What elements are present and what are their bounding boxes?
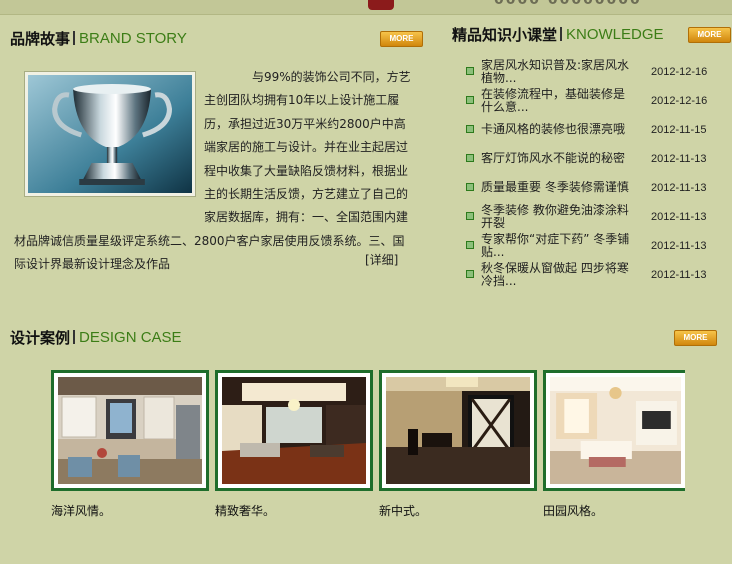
case-thumbnail-ocean[interactable] [51, 370, 209, 491]
brand-story-header: 品牌故事 BRAND STORY [10, 27, 187, 49]
pastoral-room-photo [550, 377, 681, 484]
living-room-photo [222, 377, 366, 484]
article-date: 2012-11-15 [651, 124, 707, 136]
kitchen-photo [58, 377, 202, 484]
bullet-icon [466, 241, 474, 249]
article-date: 2012-11-13 [651, 269, 707, 281]
knowledge-more-button[interactable]: MORE [688, 27, 731, 43]
bullet-icon [466, 270, 474, 278]
list-item[interactable]: 秋冬保暖从窗做起 四步将寒冷挡... 2012-11-13 [462, 261, 732, 290]
article-title[interactable]: 质量最重要 冬季装修需谨慎 [481, 181, 633, 194]
article-title[interactable]: 客厅灯饰风水不能说的秘密 [481, 152, 633, 165]
bullet-icon [466, 154, 474, 162]
knowledge-article-list: 家居风水知识普及:家居风水植物... 2012-12-16 在装修流程中，基础装… [462, 58, 732, 290]
article-title[interactable]: 冬季装修 教你避免油漆涂料开裂 [481, 204, 633, 230]
article-title[interactable]: 卡通风格的装修也很漂亮哦 [481, 123, 633, 136]
case-thumbnail-chinese[interactable] [379, 370, 537, 491]
brand-story-text: 与99%的装饰公司不同，方艺主创团队均拥有10年以上设计施工履历，承担过近30万… [14, 66, 414, 277]
article-date: 2012-12-16 [651, 66, 708, 78]
hotline-number: 0000 00000000 [494, 0, 642, 8]
brand-story-title-cn: 品牌故事 [10, 29, 71, 48]
top-header-strip: 0000 00000000 [0, 0, 732, 15]
article-date: 2012-11-13 [651, 240, 707, 252]
list-item[interactable]: 在装修流程中，基础装修是什么意... 2012-12-16 [462, 87, 732, 116]
design-case-title-en: DESIGN CASE [79, 328, 182, 346]
article-title[interactable]: 专家帮你“对症下药” 冬季铺贴... [481, 233, 633, 259]
brand-story-detail-link[interactable]: [详细] [365, 251, 398, 268]
knowledge-title-en: KNOWLEDGE [566, 25, 664, 43]
case-label-ocean[interactable]: 海洋风情。 [51, 502, 111, 519]
article-date: 2012-12-16 [651, 95, 708, 107]
design-case-more-button[interactable]: MORE [674, 330, 717, 346]
knowledge-header: 精品知识小课堂 KNOWLEDGE [452, 23, 664, 45]
design-case-header: 设计案例 DESIGN CASE [10, 326, 182, 348]
title-divider [73, 31, 76, 45]
case-label-luxury[interactable]: 精致奢华。 [215, 502, 275, 519]
design-case-title-cn: 设计案例 [10, 328, 71, 347]
list-item[interactable]: 卡通风格的装修也很漂亮哦 2012-11-15 [462, 116, 732, 145]
list-item[interactable]: 客厅灯饰风水不能说的秘密 2012-11-13 [462, 145, 732, 174]
bullet-icon [466, 125, 474, 133]
title-divider [73, 330, 76, 344]
bullet-icon [466, 96, 474, 104]
bullet-icon [466, 67, 474, 75]
list-item[interactable]: 质量最重要 冬季装修需谨慎 2012-11-13 [462, 174, 732, 203]
brand-story-title-en: BRAND STORY [79, 29, 187, 47]
knowledge-title-cn: 精品知识小课堂 [452, 25, 558, 44]
case-label-pastoral[interactable]: 田园风格。 [543, 502, 603, 519]
case-thumbnail-luxury[interactable] [215, 370, 373, 491]
brand-story-more-button[interactable]: MORE [380, 31, 423, 47]
list-item[interactable]: 家居风水知识普及:家居风水植物... 2012-12-16 [462, 58, 732, 87]
list-item[interactable]: 专家帮你“对症下药” 冬季铺贴... 2012-11-13 [462, 232, 732, 261]
article-date: 2012-11-13 [651, 153, 707, 165]
hotline-badge [368, 0, 394, 10]
article-title[interactable]: 家居风水知识普及:家居风水植物... [481, 59, 633, 85]
article-date: 2012-11-13 [651, 182, 707, 194]
bullet-icon [466, 183, 474, 191]
article-title[interactable]: 在装修流程中，基础装修是什么意... [481, 88, 633, 114]
article-title[interactable]: 秋冬保暖从窗做起 四步将寒冷挡... [481, 262, 633, 288]
title-divider [560, 27, 563, 41]
case-label-chinese[interactable]: 新中式。 [379, 502, 427, 519]
bullet-icon [466, 212, 474, 220]
case-thumbnail-pastoral[interactable] [543, 370, 685, 491]
list-item[interactable]: 冬季装修 教你避免油漆涂料开裂 2012-11-13 [462, 203, 732, 232]
article-date: 2012-11-13 [651, 211, 707, 223]
study-room-photo [386, 377, 530, 484]
